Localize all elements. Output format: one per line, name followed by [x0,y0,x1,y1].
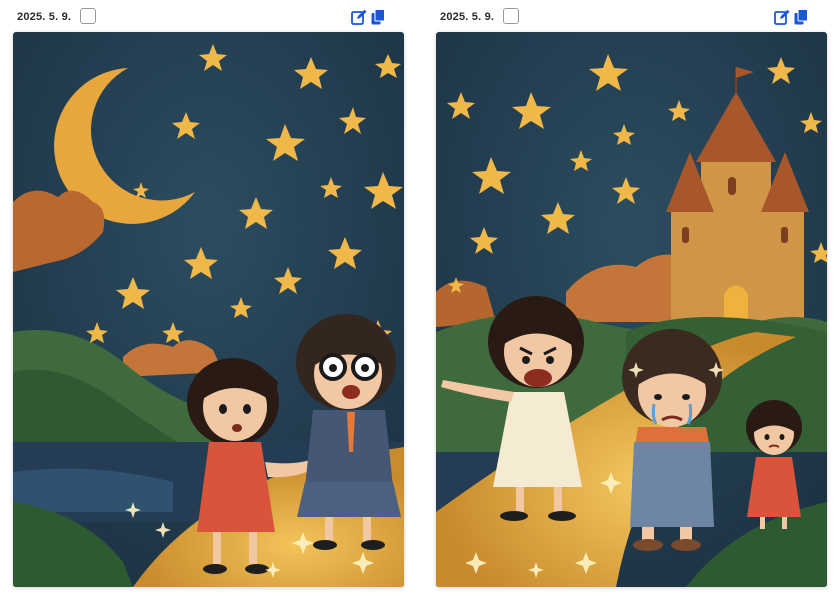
edit-icon [774,9,790,25]
select-checkbox[interactable] [80,8,96,24]
illustration-moon-night [13,32,404,587]
edit-icon [351,9,367,25]
illustration-castle-night [436,32,827,587]
image-gallery: 2025. 5. 9. 2025. 5. 9. [0,0,838,597]
card-header: 2025. 5. 9. [13,6,404,28]
copy-icon [794,9,808,25]
edit-button[interactable] [351,9,367,25]
select-checkbox[interactable] [503,8,519,24]
card-header: 2025. 5. 9. [436,6,827,28]
gallery-card: 2025. 5. 9. [13,0,404,597]
copy-button[interactable] [370,9,386,25]
card-date: 2025. 5. 9. [440,11,495,23]
card-date: 2025. 5. 9. [17,11,72,23]
copy-icon [371,9,385,25]
edit-button[interactable] [774,9,790,25]
gallery-card: 2025. 5. 9. [436,0,827,597]
generated-image[interactable] [436,32,827,587]
generated-image[interactable] [13,32,404,587]
copy-button[interactable] [793,9,809,25]
